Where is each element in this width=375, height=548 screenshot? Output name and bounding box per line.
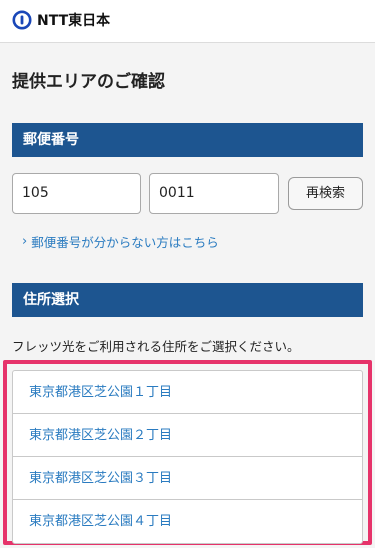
ntt-logo-icon bbox=[12, 10, 32, 30]
address-item[interactable]: 東京都港区芝公園２丁目 bbox=[13, 414, 362, 457]
address-description: フレッツ光をご利用される住所をご選択ください。 bbox=[12, 339, 300, 354]
address-item[interactable]: 東京都港区芝公園３丁目 bbox=[13, 457, 362, 500]
research-button[interactable]: 再検索 bbox=[288, 177, 363, 210]
chevron-right-icon: › bbox=[22, 234, 28, 249]
postal-code-first-input[interactable]: 105 bbox=[12, 173, 141, 214]
postal-unknown-link[interactable]: › 郵便番号が分からない方はこちら bbox=[22, 232, 219, 251]
address-item[interactable]: 東京都港区芝公園１丁目 bbox=[13, 371, 362, 414]
site-header: NTT東日本 bbox=[0, 0, 375, 43]
ntt-logo[interactable]: NTT東日本 bbox=[12, 10, 110, 30]
address-list: 東京都港区芝公園１丁目 東京都港区芝公園２丁目 東京都港区芝公園３丁目 東京都港… bbox=[12, 370, 363, 544]
postal-unknown-link-label: 郵便番号が分からない方はこちら bbox=[31, 235, 219, 250]
logo-text: NTT東日本 bbox=[37, 13, 111, 29]
postal-section-header: 郵便番号 bbox=[12, 123, 363, 157]
address-section-header: 住所選択 bbox=[12, 283, 363, 317]
page-title: 提供エリアのご確認 bbox=[12, 72, 165, 92]
postal-code-second-input[interactable]: 0011 bbox=[149, 173, 279, 214]
address-item[interactable]: 東京都港区芝公園４丁目 bbox=[13, 500, 362, 543]
